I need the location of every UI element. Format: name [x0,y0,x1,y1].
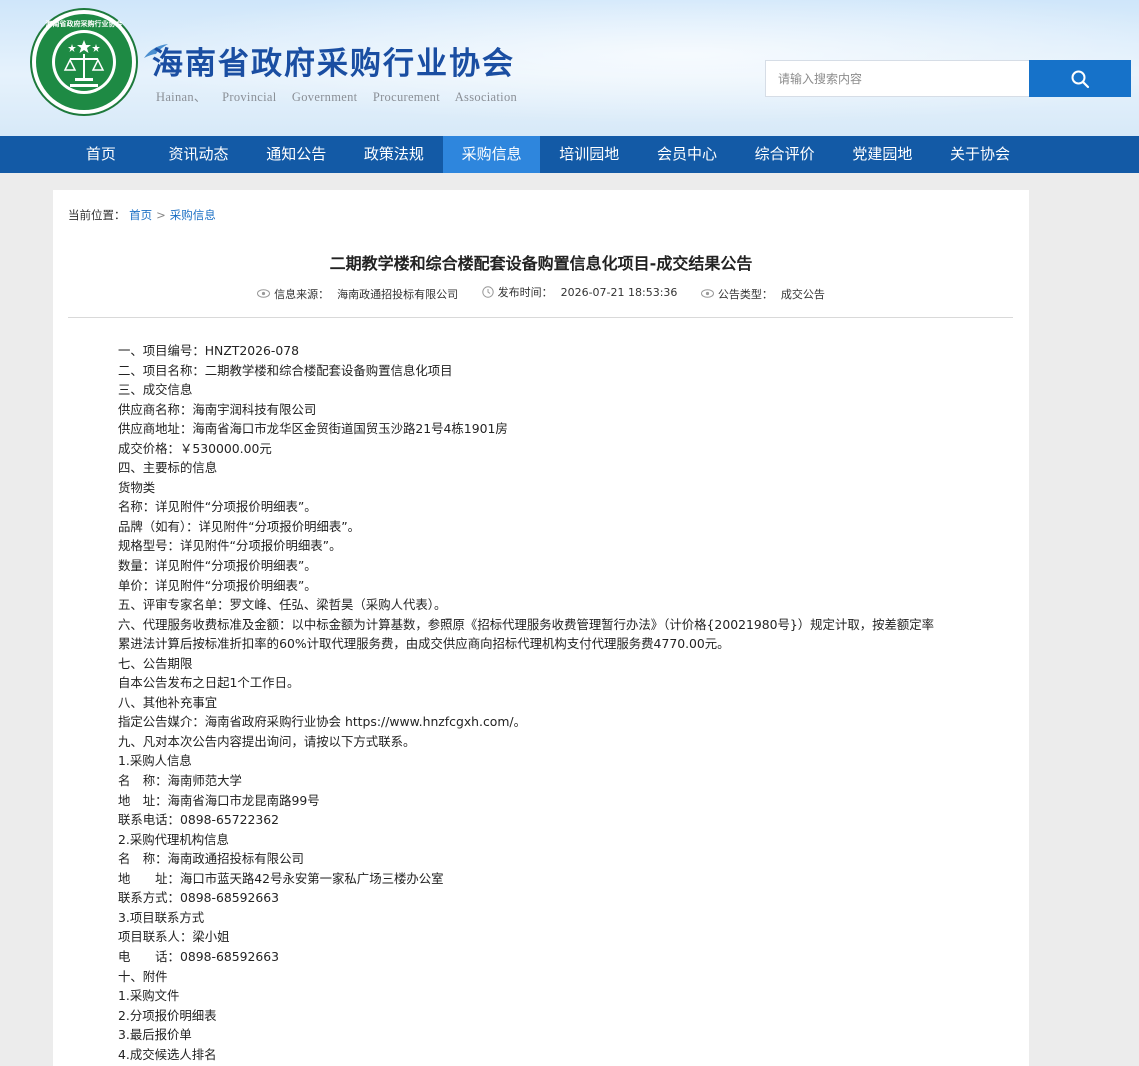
article-line: 3.最后报价单 [118,1027,192,1043]
meta-source-label: 信息来源： [274,287,330,301]
article-line: 指定公告媒介：海南省政府采购行业协会 https://www.hnzfcgxh.… [118,714,526,730]
meta-time-value: 2026-07-21 18:53:36 [560,285,678,299]
article-line: 1.采购人信息 [118,753,192,769]
article-line: 地 址：海口市蓝天路42号永安第一家私广场三楼办公室 [118,870,444,886]
article-body: 一、项目编号：HNZT2026-078 二、项目名称：二期教学楼和综合楼配套设备购… [118,341,998,1064]
nav-item[interactable]: 通知公告 [247,136,345,173]
article-line: 项目联系人：梁小姐 [118,929,230,945]
article-line: 2.采购代理机构信息 [118,831,229,847]
article-line: 名 称：海南师范大学 [118,773,242,789]
clock-icon [481,286,494,298]
article-line: 规格型号：详见附件“分项报价明细表”。 [118,538,342,554]
site-title[interactable]: 海南省政府采购行业协会 [152,38,515,83]
article-line: 4.成交候选人排名 [118,1046,217,1062]
nav-item[interactable]: 采购信息 [442,136,541,173]
article-line: 九、凡对本次公告内容提出询问，请按以下方式联系。 [118,733,416,749]
article-line: 地 址：海南省海口市龙昆南路99号 [118,792,320,808]
article-line: 货物类 [118,479,156,495]
article-line: 五、评审专家名单：罗文峰、任弘、梁哲昊（采购人代表）。 [118,597,447,613]
nav-item[interactable]: 关于协会 [931,136,1029,173]
article-line: 成交价格：￥530000.00元 [118,440,272,456]
breadcrumb-prefix: 当前位置： [68,208,126,222]
article-line: 单价：详见附件“分项报价明细表”。 [118,577,317,593]
meta-source-value: 海南政通招投标有限公司 [337,287,459,301]
nav-item[interactable]: 会员中心 [638,136,736,173]
article-line: 名 称：海南政通招投标有限公司 [118,851,304,867]
article-line: 品牌（如有）：详见附件“分项报价明细表”。 [118,518,361,534]
breadcrumb-current-link[interactable]: 采购信息 [170,208,216,222]
article-line: 自本公告发布之日起1个工作日。 [118,675,300,691]
article-line: 3.项目联系方式 [118,909,205,925]
article-line: 七、公告期限 [118,655,193,671]
article-line: 联系电话：0898-65722362 [118,812,280,828]
article-line: 数量：详见附件“分项报价明细表”。 [118,558,317,574]
nav-item[interactable]: 首页 [52,136,150,173]
article-line: 2.分项报价明细表 [118,1007,217,1023]
article-line: 电 话：0898-68592663 [118,948,280,964]
search-input[interactable] [766,61,1029,96]
nav-item[interactable]: 资讯动态 [150,136,248,173]
meta-type-value: 成交公告 [780,287,825,301]
site-header: 海南省政府采购行业协会 海南省政府采购行业协会 Hainan、 Provinci… [0,0,1139,136]
meta-type: 公告类型： 成交公告 [700,286,825,302]
meta-source: 信息来源： 海南政通招投标有限公司 [257,286,458,302]
article-line: 八、其他补充事宜 [118,694,218,710]
nav-item[interactable]: 综合评价 [736,136,834,173]
breadcrumb: 当前位置： 首页 > 采购信息 [68,207,216,223]
article-line: 四、主要标的信息 [118,460,218,476]
article-line: 三、成交信息 [118,382,193,398]
article-line: 一、项目编号：HNZT2026-078 [118,343,300,358]
breadcrumb-home-link[interactable]: 首页 [129,208,152,222]
article-panel: 当前位置： 首页 > 采购信息 二期教学楼和综合楼配套设备购置信息化项目-成交结果公… [53,190,1029,1066]
search-button[interactable] [1029,60,1131,97]
search-box [765,60,1029,97]
article-line: 供应商地址：海南省海口市龙华区金贸街道国贸玉沙路21号4栋1901房 [118,421,508,437]
breadcrumb-separator: > [156,208,166,222]
article-line: 名称：详见附件“分项报价明细表”。 [118,499,317,515]
article-line: 1.采购文件 [118,988,180,1004]
nav-item[interactable]: 政策法规 [345,136,443,173]
meta-type-label: 公告类型： [717,287,773,301]
svg-text:海南省政府采购行业协会: 海南省政府采购行业协会 [46,19,124,28]
nav-item[interactable]: 培训园地 [540,136,638,173]
main-navigation: 首页 资讯动态 通知公告 政策法规 采购信息 培训园地 会员中心 综合评价 党建园地 关于协会 [0,136,1139,173]
association-seal-logo[interactable]: 海南省政府采购行业协会 [30,8,138,116]
article-title: 二期教学楼和综合楼配套设备购置信息化项目-成交结果公告 [329,254,753,273]
nav-item[interactable]: 党建园地 [834,136,932,173]
eye-icon [700,289,714,298]
article-line: 累进法计算后按标准折扣率的60%计取代理服务费，由成交供应商向招标代理机构支付代… [118,636,730,652]
title-divider [68,317,1013,318]
search-icon [1071,70,1090,88]
article-meta: 信息来源： 海南政通招投标有限公司 发布时间： 2026-07-21 18:53:3… [53,284,1029,302]
article-line: 十、附件 [118,968,168,984]
article-line: 联系方式：0898-68592663 [118,890,280,906]
article-line: 供应商名称：海南宇润科技有限公司 [118,401,317,417]
article-line: 六、代理服务收费标准及金额：以中标金额为计算基数，参照原《招标代理服务收费管理暂… [118,616,935,632]
eye-icon [257,289,271,298]
meta-time-label: 发布时间： [497,286,553,299]
article-line: 二、项目名称：二期教学楼和综合楼配套设备购置信息化项目 [118,362,453,378]
site-subtitle: Hainan、 Provincial Government Procuremen… [156,90,518,104]
meta-time: 发布时间： 2026-07-21 18:53:36 [481,284,678,300]
